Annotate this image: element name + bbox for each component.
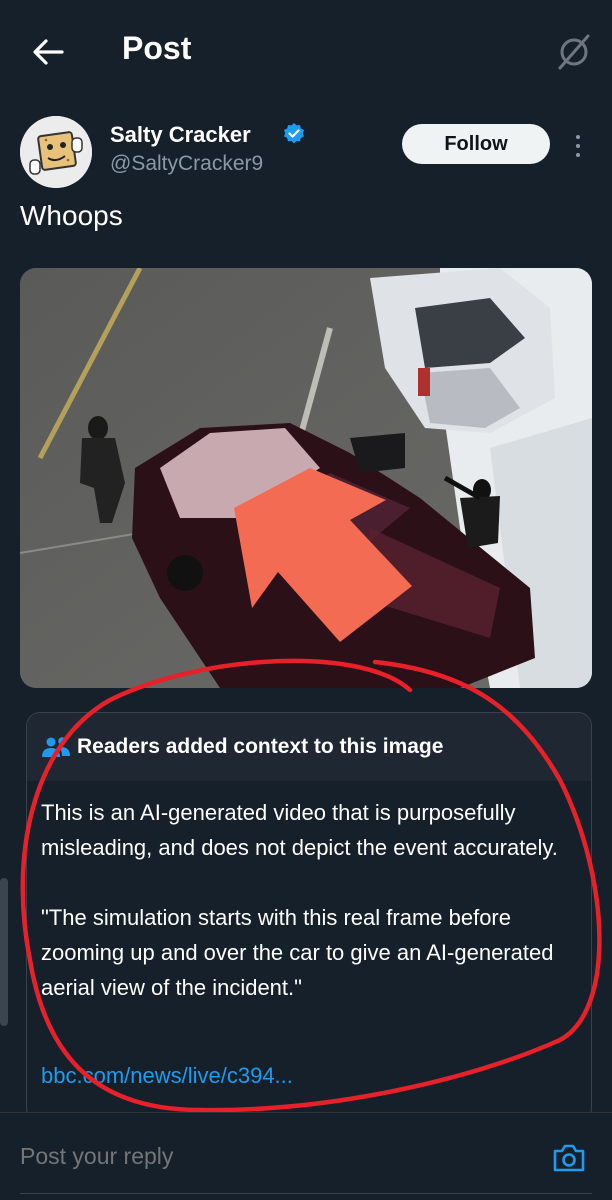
more-dot-icon bbox=[576, 135, 580, 139]
reply-divider bbox=[20, 1193, 592, 1194]
arrow-left-icon bbox=[33, 39, 64, 65]
post-author: Salty Cracker @SaltyCracker9 Follow bbox=[20, 114, 592, 188]
community-note-paragraph: "The simulation starts with this real fr… bbox=[41, 905, 554, 1000]
page-title: Post bbox=[122, 30, 192, 66]
post-text: Whoops bbox=[20, 200, 123, 231]
more-dot-icon bbox=[576, 153, 580, 157]
author-handle[interactable]: @SaltyCracker9 bbox=[110, 152, 263, 176]
community-note: Readers added context to this image This… bbox=[26, 712, 592, 1122]
community-note-body: This is an AI-generated video that is pu… bbox=[27, 781, 591, 1005]
more-dot-icon bbox=[576, 144, 580, 148]
community-note-title: Readers added context to this image bbox=[77, 735, 444, 758]
scrollbar-handle[interactable] bbox=[0, 878, 8, 1026]
follow-button[interactable]: Follow bbox=[402, 124, 550, 164]
grok-slash-icon bbox=[558, 34, 590, 70]
grok-button[interactable] bbox=[552, 30, 596, 74]
camera-icon[interactable] bbox=[552, 1143, 586, 1173]
avatar[interactable] bbox=[20, 116, 92, 188]
more-options-button[interactable] bbox=[566, 128, 590, 164]
top-bar: Post bbox=[0, 0, 612, 100]
verified-badge-icon bbox=[284, 123, 304, 144]
source-link[interactable]: bbc.com/news/live/c394... bbox=[41, 1063, 293, 1089]
post-image[interactable] bbox=[20, 268, 592, 688]
back-button[interactable] bbox=[28, 32, 68, 72]
community-note-header: Readers added context to this image bbox=[27, 713, 591, 781]
community-note-paragraph: This is an AI-generated video that is pu… bbox=[41, 800, 558, 860]
reply-bar bbox=[0, 1112, 612, 1200]
cracker-avatar-icon bbox=[20, 116, 92, 188]
author-display-name[interactable]: Salty Cracker bbox=[110, 122, 251, 148]
aerial-car-photo bbox=[20, 268, 592, 688]
reply-input[interactable] bbox=[20, 1143, 500, 1170]
people-icon bbox=[42, 737, 70, 757]
